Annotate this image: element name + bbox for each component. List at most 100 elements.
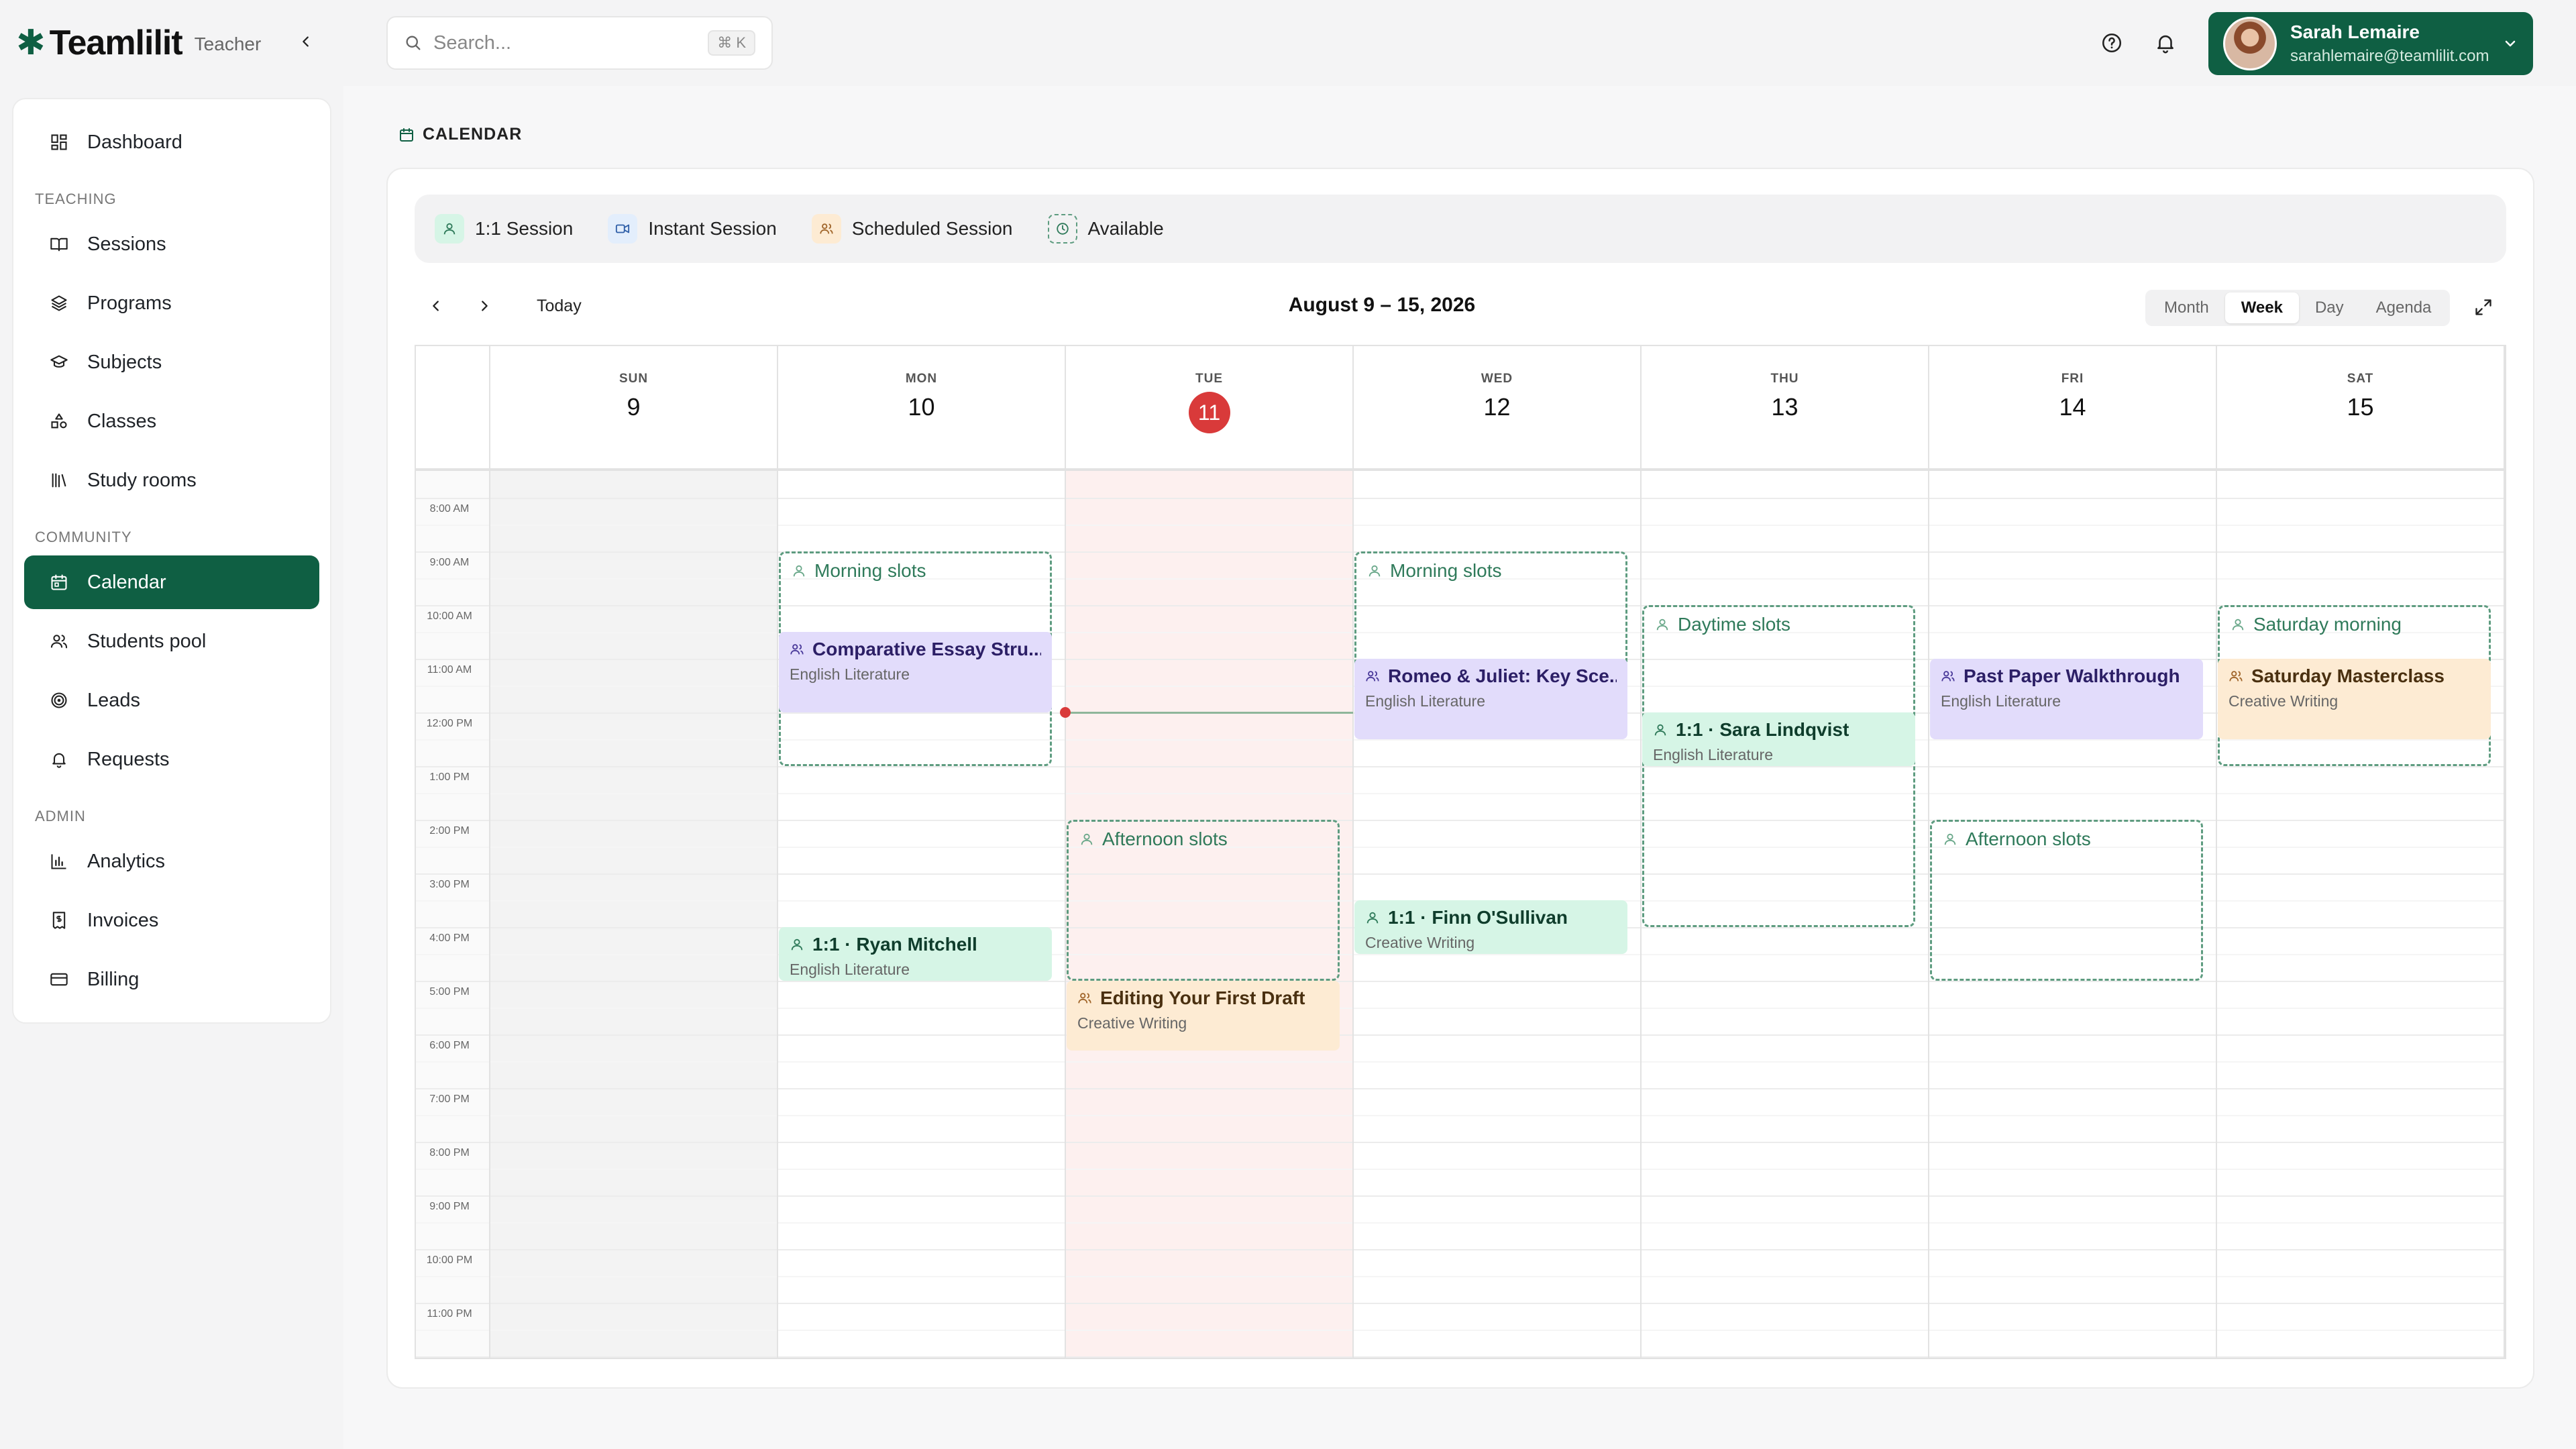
- sidebar-item-label: Classes: [87, 410, 157, 432]
- sidebar-item-dashboard[interactable]: Dashboard: [24, 115, 319, 169]
- sidebar-item-label: Dashboard: [87, 131, 182, 153]
- session-event[interactable]: Comparative Essay Stru... English Literat…: [779, 632, 1052, 712]
- view-agenda-button[interactable]: Agenda: [2360, 292, 2448, 323]
- session-event[interactable]: Past Paper Walkthrough English Literature: [1930, 659, 2203, 739]
- today-date-badge: 11: [1188, 392, 1230, 433]
- legend-label: Available: [1087, 218, 1164, 239]
- next-week-button[interactable]: [471, 292, 498, 319]
- session-event[interactable]: Editing Your First Draft Creative Writing: [1067, 981, 1340, 1051]
- credit-card-icon: [48, 969, 70, 990]
- day-name: FRI: [2061, 372, 2084, 386]
- view-week-button[interactable]: Week: [2224, 292, 2299, 323]
- availability-slot[interactable]: Afternoon slots: [1067, 820, 1340, 981]
- brand[interactable]: ✱ Teamlilit Teacher: [16, 20, 261, 66]
- event-title: 1:1 · Ryan Mitchell: [790, 934, 1041, 955]
- availability-slot[interactable]: Afternoon slots: [1930, 820, 2203, 981]
- receipt-icon: [48, 910, 70, 931]
- event-title-text: 1:1 · Ryan Mitchell: [812, 934, 977, 955]
- current-time-line: [1065, 712, 1353, 714]
- view-month-button[interactable]: Month: [2148, 292, 2225, 323]
- session-event[interactable]: 1:1 · Sara Lindqvist English Literature: [1642, 712, 1915, 766]
- time-label: 8:00 PM: [429, 1147, 470, 1159]
- slot-label: Morning slots: [1356, 553, 1625, 588]
- sidebar-item-leads[interactable]: Leads: [24, 674, 319, 727]
- users-icon: [1941, 669, 1955, 684]
- user-menu[interactable]: Sarah Lemaire sarahlemaire@teamlilit.com: [2208, 12, 2533, 75]
- view-day-button[interactable]: Day: [2299, 292, 2360, 323]
- legend-label: Instant Session: [648, 218, 777, 239]
- day-header[interactable]: WED 12: [1353, 346, 1641, 468]
- time-label: 3:00 PM: [429, 879, 470, 890]
- view-switcher: Month Week Day Agenda: [2145, 290, 2451, 326]
- sidebar-item-programs[interactable]: Programs: [24, 276, 319, 330]
- users-icon: [1365, 669, 1380, 684]
- day-header[interactable]: MON 10: [777, 346, 1065, 468]
- day-header[interactable]: THU 13: [1641, 346, 1929, 468]
- slot-label-text: Morning slots: [1390, 560, 1502, 581]
- event-title-text: Past Paper Walkthrough: [1964, 665, 2180, 686]
- grid-line: [416, 1034, 2505, 1036]
- grid-line: [416, 1061, 2505, 1063]
- session-event[interactable]: Romeo & Juliet: Key Sce... English Litera…: [1354, 659, 1627, 739]
- event-subject: English Literature: [1941, 692, 2061, 710]
- user-icon: [1365, 910, 1380, 925]
- users-icon: [790, 642, 804, 657]
- expand-icon: [2475, 299, 2491, 315]
- event-title-text: Comparative Essay Stru...: [812, 639, 1041, 659]
- sidebar-item-classes[interactable]: Classes: [24, 394, 319, 448]
- shapes-icon: [48, 411, 70, 432]
- event-title-text: Saturday Masterclass: [2251, 665, 2445, 686]
- session-event[interactable]: Saturday Masterclass Creative Writing: [2218, 659, 2491, 739]
- event-title: 1:1 · Sara Lindqvist: [1653, 719, 1904, 741]
- column-divider: [1640, 346, 1642, 1358]
- user-icon: [1367, 564, 1382, 578]
- session-event[interactable]: 1:1 · Finn O'Sullivan Creative Writing: [1354, 900, 1627, 954]
- date-range-title: August 9 – 15, 2026: [1288, 294, 1476, 316]
- day-header[interactable]: SAT 15: [2216, 346, 2504, 468]
- day-header[interactable]: TUE 11: [1065, 346, 1353, 468]
- sidebar-item-analytics[interactable]: Analytics: [24, 835, 319, 888]
- prev-week-button[interactable]: [423, 292, 449, 319]
- slot-label: Afternoon slots: [1932, 822, 2201, 857]
- notifications-button[interactable]: [2149, 27, 2182, 59]
- sidebar-item-label: Calendar: [87, 571, 166, 593]
- sidebar-item-label: Requests: [87, 748, 170, 770]
- search-input[interactable]: Search... ⌘ K: [386, 16, 773, 70]
- sidebar-item-invoices[interactable]: Invoices: [24, 894, 319, 947]
- grid-line: [416, 739, 2505, 741]
- time-label: 6:00 PM: [429, 1040, 470, 1051]
- grid-line: [416, 793, 2505, 794]
- time-gutter: [416, 471, 490, 1358]
- column-divider: [2216, 346, 2217, 1358]
- book-open-icon: [48, 233, 70, 255]
- dashboard-icon: [48, 131, 70, 153]
- session-event[interactable]: 1:1 · Ryan Mitchell English Literature: [779, 927, 1052, 981]
- collapse-sidebar-button[interactable]: [294, 30, 318, 54]
- sidebar-item-sessions[interactable]: Sessions: [24, 217, 319, 271]
- sidebar-item-subjects[interactable]: Subjects: [24, 335, 319, 389]
- day-header[interactable]: FRI 14: [1929, 346, 2216, 468]
- column-divider: [2504, 346, 2505, 1358]
- week-calendar-grid: SUN 9 MON 10 TUE 11 WED 12 THU 13 FRI 14 SAT 15 8:00 A…: [415, 345, 2506, 1359]
- sidebar-item-students-pool[interactable]: Students pool: [24, 614, 319, 668]
- search-placeholder: Search...: [433, 32, 512, 54]
- legend-available: Available: [1047, 214, 1164, 244]
- slot-label-text: Afternoon slots: [1966, 828, 2091, 849]
- sidebar-item-requests[interactable]: Requests: [24, 733, 319, 786]
- fullscreen-button[interactable]: [2470, 294, 2497, 321]
- help-button[interactable]: [2096, 27, 2128, 59]
- today-button[interactable]: Today: [537, 297, 582, 316]
- sidebar-item-calendar[interactable]: Calendar: [24, 555, 319, 609]
- section-label-community: COMMUNITY: [35, 529, 132, 545]
- page-title: CALENDAR: [398, 125, 522, 144]
- sidebar-item-study-rooms[interactable]: Study rooms: [24, 453, 319, 507]
- user-icon: [792, 564, 806, 578]
- user-icon: [435, 214, 464, 244]
- users-icon: [1077, 991, 1092, 1006]
- column-divider: [1352, 346, 1354, 1358]
- availability-slot[interactable]: Daytime slots: [1642, 605, 1915, 927]
- sidebar: Dashboard TEACHING Sessions Programs Sub…: [12, 98, 331, 1024]
- sidebar-item-billing[interactable]: Billing: [24, 953, 319, 1006]
- day-header[interactable]: SUN 9: [490, 346, 777, 468]
- time-label: 1:00 PM: [429, 771, 470, 783]
